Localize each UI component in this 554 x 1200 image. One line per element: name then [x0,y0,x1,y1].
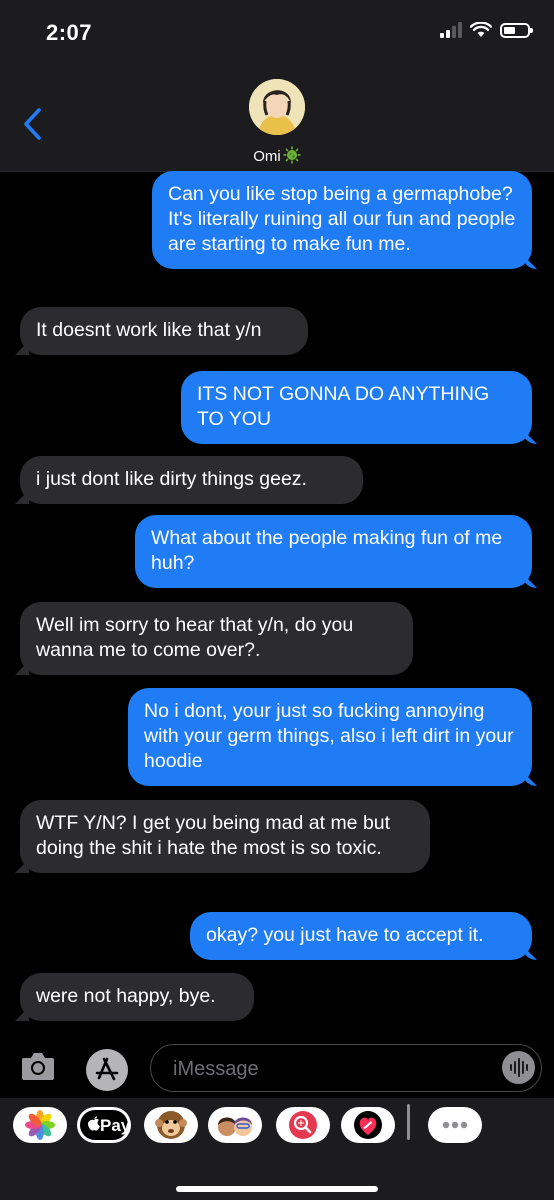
message-thread[interactable]: Can you like stop being a germaphobe? It… [0,171,554,1038]
battery-icon [500,22,533,38]
received-message[interactable]: i just dont like dirty things geez. [20,456,363,504]
received-message[interactable]: Well im sorry to hear that y/n, do you w… [20,602,413,675]
memoji-app-button[interactable] [208,1107,262,1143]
digital-touch-app-button[interactable] [341,1107,395,1143]
apple-pay-button[interactable]: Pay [77,1107,131,1143]
contact-name-row[interactable]: Omi [0,146,554,165]
home-indicator[interactable] [176,1186,378,1192]
image-search-app-button[interactable] [276,1107,330,1143]
app-drawer: Pay [0,1098,554,1200]
message-field[interactable] [150,1044,542,1092]
photos-icon [25,1110,55,1140]
status-icons [440,22,533,38]
received-message[interactable]: It doesnt work like that y/n [20,307,308,355]
status-time: 2:07 [46,20,93,45]
waveform-icon [510,1058,528,1077]
cellular-signal-icon [440,22,462,38]
image-search-icon [289,1111,317,1139]
drawer-divider [407,1104,410,1140]
sent-message[interactable]: okay? you just have to accept it. [190,912,532,960]
animoji-app-button[interactable] [144,1107,198,1143]
sent-message[interactable]: Can you like stop being a germaphobe? It… [152,171,532,269]
received-message[interactable]: WTF Y/N? I get you being mad at me but d… [20,800,430,873]
avatar-image [249,79,305,135]
digital-touch-icon [354,1111,382,1139]
apple-pay-label: Pay [100,1116,131,1135]
animoji-icon [155,1111,187,1139]
more-icon [432,1110,478,1140]
app-store-button[interactable] [86,1049,128,1091]
conversation-header: 2:07 Omi [0,0,554,172]
camera-icon[interactable] [20,1050,56,1082]
app-store-icon [95,1057,119,1081]
audio-message-button[interactable] [502,1051,535,1084]
back-chevron-icon[interactable] [20,104,46,144]
wifi-icon [470,22,492,37]
more-apps-button[interactable] [428,1107,482,1143]
received-message[interactable]: were not happy, bye. [20,973,254,1021]
photos-app-button[interactable] [13,1107,67,1143]
microbe-emoji-icon [283,146,301,164]
sent-message[interactable]: No i dont, your just so fucking annoying… [128,688,532,786]
imessage-input[interactable] [171,1054,475,1084]
contact-name: Omi [253,148,281,165]
sent-message[interactable]: What about the people making fun of me h… [135,515,532,588]
memoji-icon [218,1117,252,1136]
contact-avatar[interactable] [249,79,305,135]
sent-message[interactable]: ITS NOT GONNA DO ANYTHING TO YOU [181,371,532,444]
apple-logo-icon [88,1116,100,1131]
apple-pay-icon: Pay [80,1110,131,1140]
compose-bar [0,1038,554,1098]
